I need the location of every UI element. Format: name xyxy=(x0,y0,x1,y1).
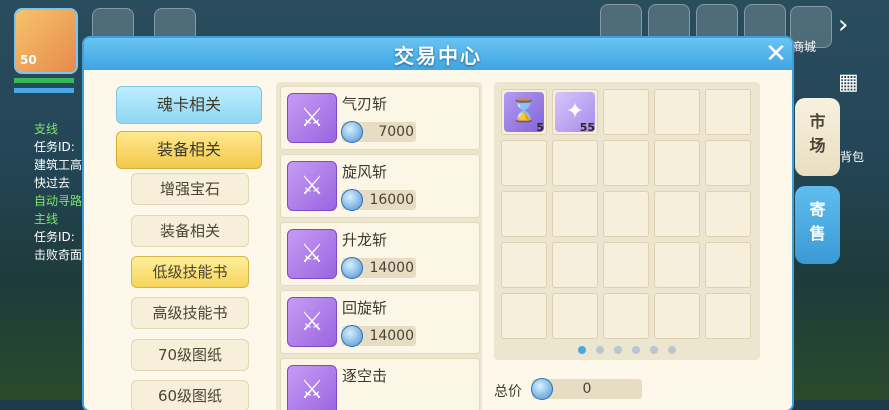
inventory-slot[interactable] xyxy=(603,89,649,135)
item-name: 气刃斩 xyxy=(342,95,388,113)
list-item[interactable]: ⚔ 升龙斩 14000 xyxy=(280,222,480,286)
tab-consign-label: 寄售 xyxy=(809,200,826,243)
tab-market[interactable]: 市场 xyxy=(795,98,840,176)
page-dot[interactable] xyxy=(614,346,622,354)
quest-line: 建筑工高 xyxy=(34,158,83,172)
skillbook-icon: ⚔ xyxy=(287,93,337,143)
list-item[interactable]: ⚔ 逐空击 xyxy=(280,358,480,410)
inventory-slot[interactable] xyxy=(501,242,547,288)
page-dot[interactable] xyxy=(632,346,640,354)
page-dot[interactable] xyxy=(650,346,658,354)
shop-label: 商城 xyxy=(792,40,817,54)
chevron-right-icon[interactable]: › xyxy=(838,10,848,40)
grid-menu-icon[interactable]: ▦ xyxy=(838,70,859,95)
inventory-slot[interactable] xyxy=(501,293,547,339)
quest-line: 快过去 xyxy=(34,176,71,190)
inventory-slot[interactable] xyxy=(705,191,751,237)
inventory-slot[interactable] xyxy=(501,140,547,186)
subcategory-high-skillbook[interactable]: 高级技能书 xyxy=(131,297,249,329)
inventory-slot[interactable] xyxy=(654,89,700,135)
inventory-slot[interactable]: ✦ 55 xyxy=(552,89,598,135)
mp-bar xyxy=(14,88,74,93)
trade-center-dialog: 交易中心 ✕ 魂卡相关 装备相关 增强宝石 装备相关 低级技能书 高级技能书 7… xyxy=(84,38,792,410)
diamond-icon xyxy=(341,189,363,211)
quest-line: 任务ID: xyxy=(34,230,75,244)
inventory-slot[interactable] xyxy=(705,89,751,135)
inventory-slot[interactable] xyxy=(552,140,598,186)
item-name: 升龙斩 xyxy=(342,231,388,249)
inventory-slot[interactable] xyxy=(654,191,700,237)
inventory-slot[interactable] xyxy=(552,191,598,237)
tab-consign[interactable]: 寄售 xyxy=(795,186,840,264)
list-item[interactable]: ⚔ 回旋斩 14000 xyxy=(280,290,480,354)
subcategory-lv60-blueprint[interactable]: 60级图纸 xyxy=(131,380,249,410)
subcategory-enhance-gem[interactable]: 增强宝石 xyxy=(131,173,249,205)
inventory-slot[interactable] xyxy=(705,242,751,288)
close-icon[interactable]: ✕ xyxy=(762,40,790,68)
list-item[interactable]: ⚔ 气刃斩 7000 xyxy=(280,86,480,150)
item-name: 旋风斩 xyxy=(342,163,388,181)
bag-label: 背包 xyxy=(840,150,865,164)
item-name: 逐空击 xyxy=(342,367,388,385)
inventory-slot[interactable] xyxy=(603,140,649,186)
category-equipment[interactable]: 装备相关 xyxy=(116,131,262,169)
category-soul-card[interactable]: 魂卡相关 xyxy=(116,86,262,124)
subcategory-equipment[interactable]: 装备相关 xyxy=(131,215,249,247)
total-price-label: 总价 xyxy=(494,384,522,400)
list-item[interactable]: ⚔ 旋风斩 16000 xyxy=(280,154,480,218)
inventory-slot[interactable] xyxy=(705,293,751,339)
inventory-slot[interactable] xyxy=(603,191,649,237)
inventory-slot[interactable] xyxy=(603,242,649,288)
inventory-slot[interactable] xyxy=(552,293,598,339)
inventory-slot[interactable] xyxy=(654,140,700,186)
hp-bar xyxy=(14,78,74,83)
dialog-title: 交易中心 xyxy=(394,44,482,68)
inventory-slot[interactable] xyxy=(552,242,598,288)
diamond-icon xyxy=(341,325,363,347)
page-dot[interactable] xyxy=(596,346,604,354)
quest-line: 自动寻路 xyxy=(34,194,83,208)
tab-market-label: 市场 xyxy=(809,112,826,155)
inventory-slot[interactable] xyxy=(501,191,547,237)
quest-tracker[interactable]: 支线 任务ID: 建筑工高 快过去 自动寻路 主线 任务ID: 击败奇面 xyxy=(34,120,86,275)
skillbook-icon: ⚔ xyxy=(287,297,337,347)
inventory-slot[interactable] xyxy=(705,140,751,186)
quest-line: 击败奇面 xyxy=(34,248,83,262)
slot-count: 5 xyxy=(536,121,544,134)
subcategory-low-skillbook[interactable]: 低级技能书 xyxy=(131,256,249,288)
quest-line: 主线 xyxy=(34,212,59,226)
diamond-icon xyxy=(341,257,363,279)
skillbook-icon: ⚔ xyxy=(287,229,337,279)
skillbook-icon: ⚔ xyxy=(287,161,337,211)
page-dot[interactable] xyxy=(578,346,586,354)
item-name: 回旋斩 xyxy=(342,299,388,317)
diamond-icon xyxy=(531,378,553,400)
inventory-slot[interactable] xyxy=(603,293,649,339)
page-dot[interactable] xyxy=(668,346,676,354)
quest-line: 任务ID: xyxy=(34,140,75,154)
inventory-slot[interactable] xyxy=(654,242,700,288)
subcategory-lv70-blueprint[interactable]: 70级图纸 xyxy=(131,339,249,371)
quest-line: 支线 xyxy=(34,122,59,136)
diamond-icon xyxy=(341,121,363,143)
player-level: 50 xyxy=(20,53,37,67)
inventory-slot[interactable]: ⌛ 5 xyxy=(501,89,547,135)
inventory-slot[interactable] xyxy=(654,293,700,339)
skillbook-icon: ⚔ xyxy=(287,365,337,410)
slot-count: 55 xyxy=(579,121,595,134)
